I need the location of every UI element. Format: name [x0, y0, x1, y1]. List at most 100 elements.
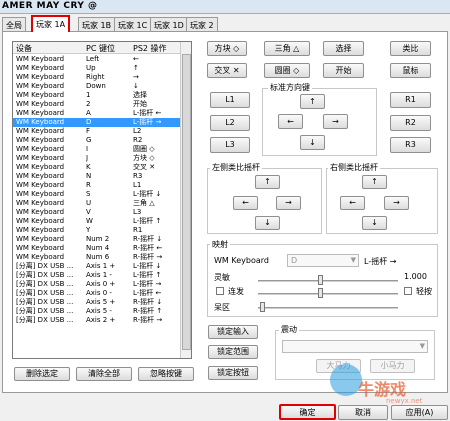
- clear-all-button[interactable]: 清除全部: [76, 367, 132, 381]
- table-row[interactable]: WM Keyboard Down ↓: [13, 82, 181, 91]
- cell-ps2-action: L2: [133, 127, 142, 135]
- light-press-checkbox[interactable]: [404, 287, 412, 295]
- table-row[interactable]: WM Keyboard Num 2 R-摇杆 ↓: [13, 235, 181, 244]
- table-row[interactable]: [分离] DX USB ... Axis 5 - R-摇杆 ↑: [13, 307, 181, 316]
- apply-button[interactable]: 应用(A): [391, 405, 448, 420]
- tab-global[interactable]: 全局: [2, 17, 26, 32]
- table-row[interactable]: WM Keyboard Up ↑: [13, 64, 181, 73]
- lock-input-button[interactable]: 锁定输入: [208, 325, 258, 339]
- cell-ps2-action: ↓: [133, 82, 139, 90]
- header-device[interactable]: 设备: [16, 43, 32, 54]
- table-row[interactable]: WM Keyboard N R3: [13, 172, 181, 181]
- select-button[interactable]: 选择: [323, 41, 364, 56]
- lock-button-button[interactable]: 锁定按钮: [208, 366, 258, 380]
- mapping-action: L-摇杆 →: [364, 257, 397, 266]
- cross-button[interactable]: 交叉 ✕: [207, 63, 247, 78]
- cell-pc-key: I: [86, 145, 89, 153]
- tab-player-1c[interactable]: 玩家 1C: [114, 17, 152, 32]
- cell-ps2-action: R-摇杆 ↓: [133, 235, 163, 243]
- cell-ps2-action: 选择: [133, 91, 147, 99]
- table-row[interactable]: WM Keyboard A L-摇杆 ←: [13, 109, 181, 118]
- table-row[interactable]: [分离] DX USB ... Axis 2 + R-摇杆 →: [13, 316, 181, 325]
- square-button[interactable]: 方块 ◇: [207, 41, 247, 56]
- table-row[interactable]: WM Keyboard R L1: [13, 181, 181, 190]
- table-row[interactable]: WM Keyboard Num 6 R-摇杆 →: [13, 253, 181, 262]
- dpad-up-button[interactable]: ↑: [300, 94, 325, 109]
- mapping-key-select[interactable]: D ▼: [287, 254, 359, 267]
- ignore-key-button[interactable]: 忽略按键: [138, 367, 194, 381]
- cell-device: WM Keyboard: [16, 154, 65, 162]
- tab-player-1a[interactable]: 玩家 1A: [31, 15, 71, 32]
- l3-button[interactable]: L3: [210, 137, 250, 153]
- left-stick-right-button[interactable]: →: [276, 196, 301, 210]
- scrollbar-thumb[interactable]: [182, 54, 191, 350]
- table-row[interactable]: WM Keyboard D L-摇杆 →: [13, 118, 181, 127]
- turbo-slider-thumb[interactable]: [318, 288, 323, 298]
- cell-pc-key: Axis 1 +: [86, 262, 116, 270]
- turbo-slider[interactable]: [258, 293, 398, 295]
- tab-player-2[interactable]: 玩家 2: [186, 17, 218, 32]
- table-row[interactable]: WM Keyboard U 三角 △: [13, 199, 181, 208]
- lock-range-button[interactable]: 锁定范围: [208, 345, 258, 359]
- sensitivity-slider-thumb[interactable]: [318, 275, 323, 285]
- turbo-checkbox[interactable]: [216, 287, 224, 295]
- dpad-left-button[interactable]: ←: [278, 114, 303, 129]
- r3-button[interactable]: R3: [390, 137, 431, 153]
- ok-button[interactable]: 确定: [279, 404, 336, 420]
- table-row[interactable]: WM Keyboard V L3: [13, 208, 181, 217]
- cell-pc-key: F: [86, 127, 91, 135]
- vibration-select[interactable]: ▼: [282, 340, 428, 353]
- right-stick-right-button[interactable]: →: [384, 196, 409, 210]
- table-row[interactable]: WM Keyboard Right →: [13, 73, 181, 82]
- cell-device: [分离] DX USB ...: [16, 289, 74, 297]
- table-row[interactable]: WM Keyboard Left ←: [13, 55, 181, 64]
- table-row[interactable]: WM Keyboard K 交叉 ✕: [13, 163, 181, 172]
- small-motor-button[interactable]: 小马力: [370, 359, 415, 373]
- table-row[interactable]: WM Keyboard J 方块 ◇: [13, 154, 181, 163]
- right-stick-up-button[interactable]: ↑: [362, 175, 387, 189]
- table-row[interactable]: [分离] DX USB ... Axis 0 + L-摇杆 →: [13, 280, 181, 289]
- table-row[interactable]: [分离] DX USB ... Axis 1 + L-摇杆 ↓: [13, 262, 181, 271]
- right-stick-down-button[interactable]: ↓: [362, 216, 387, 230]
- cell-pc-key: Axis 0 -: [86, 289, 112, 297]
- tab-player-1d[interactable]: 玩家 1D: [150, 17, 188, 32]
- triangle-button[interactable]: 三角 △: [264, 41, 310, 56]
- cell-ps2-action: 圆圈 ◇: [133, 145, 155, 153]
- tab-player-1b[interactable]: 玩家 1B: [78, 17, 116, 32]
- table-row[interactable]: WM Keyboard 1 选择: [13, 91, 181, 100]
- start-button[interactable]: 开始: [323, 63, 364, 78]
- table-row[interactable]: WM Keyboard W L-摇杆 ↑: [13, 217, 181, 226]
- delete-selected-button[interactable]: 删除选定: [14, 367, 70, 381]
- deadzone-slider-thumb[interactable]: [260, 302, 265, 312]
- left-stick-left-button[interactable]: ←: [233, 196, 258, 210]
- deadzone-slider[interactable]: [258, 307, 398, 309]
- circle-button[interactable]: 圆圈 ◇: [264, 63, 310, 78]
- dpad-right-button[interactable]: →: [323, 114, 348, 129]
- binding-list[interactable]: 设备 PC 键位 PS2 操作 WM Keyboard Left ← WM Keybo…: [12, 41, 192, 359]
- cancel-button[interactable]: 取消: [338, 405, 388, 420]
- list-scrollbar[interactable]: [180, 42, 191, 358]
- r1-button[interactable]: R1: [390, 92, 431, 108]
- table-row[interactable]: [分离] DX USB ... Axis 1 - L-摇杆 ↑: [13, 271, 181, 280]
- mouse-button[interactable]: 鼠标: [390, 63, 431, 78]
- table-row[interactable]: [分离] DX USB ... Axis 5 + R-摇杆 ↓: [13, 298, 181, 307]
- right-stick-left-button[interactable]: ←: [340, 196, 365, 210]
- table-row[interactable]: [分离] DX USB ... Axis 0 - L-摇杆 ←: [13, 289, 181, 298]
- analog-button[interactable]: 类比: [390, 41, 431, 56]
- table-row[interactable]: WM Keyboard F L2: [13, 127, 181, 136]
- l2-button[interactable]: L2: [210, 115, 250, 131]
- table-row[interactable]: WM Keyboard S L-摇杆 ↓: [13, 190, 181, 199]
- dpad-down-button[interactable]: ↓: [300, 135, 325, 150]
- table-row[interactable]: WM Keyboard Num 4 R-摇杆 ←: [13, 244, 181, 253]
- header-pc-key[interactable]: PC 键位: [86, 43, 115, 54]
- left-stick-up-button[interactable]: ↑: [255, 175, 280, 189]
- table-row[interactable]: WM Keyboard I 圆圈 ◇: [13, 145, 181, 154]
- r2-button[interactable]: R2: [390, 115, 431, 131]
- table-row[interactable]: WM Keyboard G R2: [13, 136, 181, 145]
- left-stick-down-button[interactable]: ↓: [255, 216, 280, 230]
- header-ps2-action[interactable]: PS2 操作: [133, 43, 167, 54]
- sensitivity-slider[interactable]: [258, 280, 398, 282]
- l1-button[interactable]: L1: [210, 92, 250, 108]
- table-row[interactable]: WM Keyboard 2 开始: [13, 100, 181, 109]
- table-row[interactable]: WM Keyboard Y R1: [13, 226, 181, 235]
